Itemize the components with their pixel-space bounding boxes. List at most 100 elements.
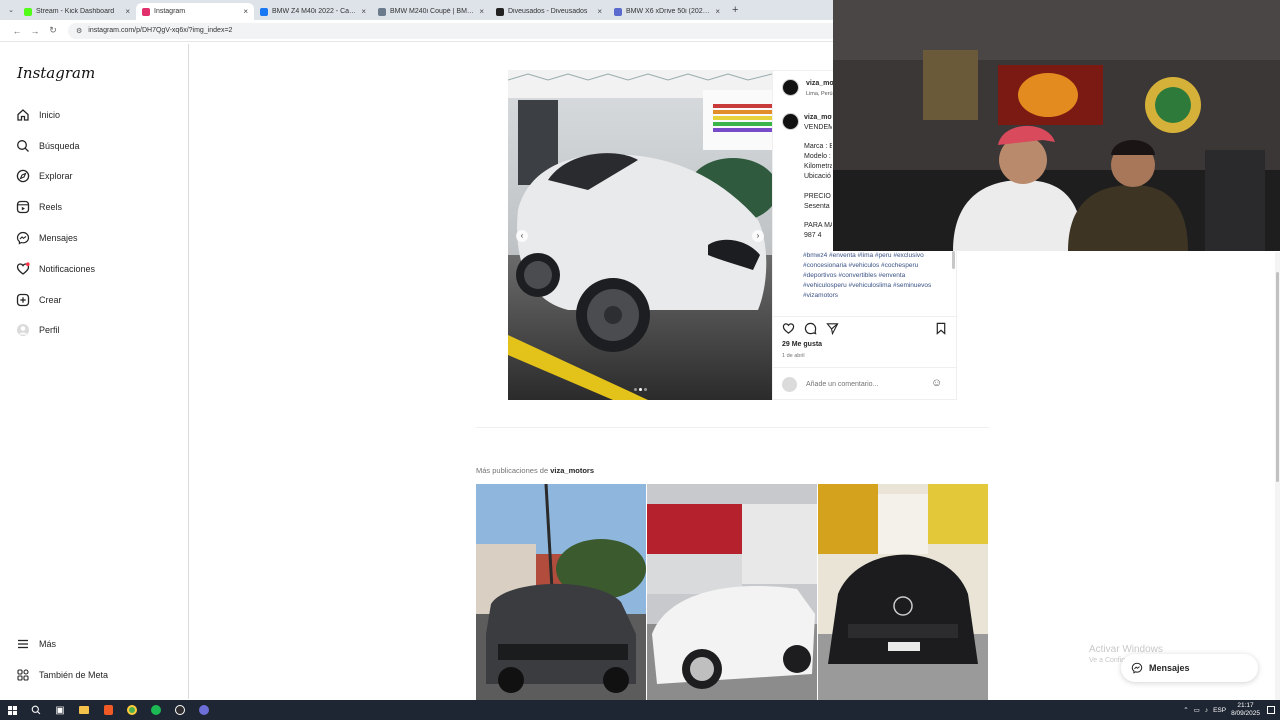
post-location[interactable]: Lima, Perú [806, 89, 834, 99]
nav-item-crear[interactable]: Crear [16, 293, 62, 307]
nav-item-mensajes[interactable]: Mensajes [16, 231, 78, 245]
url-text: instagram.com/p/DH7QgV-xq6x/?img_index=2 [88, 27, 233, 34]
more-post-thumbnail[interactable] [476, 484, 646, 700]
browser-tab[interactable]: Diveusados - Diveusados × [490, 3, 608, 20]
next-image-button[interactable]: › [752, 230, 764, 242]
tab-favicon-icon [614, 7, 622, 16]
page-scrollbar[interactable] [1275, 252, 1280, 700]
comment-button[interactable] [804, 322, 817, 340]
volume-icon[interactable]: ♪ [1205, 707, 1208, 714]
post-image[interactable]: ‹ › [508, 70, 772, 400]
url-field[interactable]: ⚙ instagram.com/p/DH7QgV-xq6x/?img_index… [68, 22, 848, 39]
caption-line: Kilometra [804, 163, 832, 170]
caption-scrollbar[interactable] [952, 251, 955, 269]
caption-line: Modelo : [804, 153, 831, 160]
browser-tab[interactable]: Stream - Kick Dashboard × [18, 3, 136, 20]
more-post-thumbnail[interactable] [818, 484, 988, 700]
search-icon[interactable] [24, 700, 48, 720]
notification-icon[interactable] [1267, 706, 1275, 714]
caption-line: Ubicació [804, 173, 831, 180]
tab-title: BMW M240i Coupé | BMW Ser... [390, 8, 475, 15]
messenger-icon [16, 231, 30, 245]
nav-item-notificaciones[interactable]: Notificaciones [16, 262, 95, 276]
browser-tab[interactable]: BMW Z4 M40i 2022 - Cars & T... × [254, 3, 372, 20]
instagram-sidebar: Instagram Inicio Búsqueda Explorar Reels… [4, 44, 189, 699]
instagram-logo[interactable]: Instagram [17, 64, 95, 82]
windows-start-icon[interactable] [0, 700, 24, 720]
caption-line: PARA MA [804, 222, 832, 229]
tab-close-icon[interactable]: × [125, 7, 130, 16]
network-icon[interactable]: ▭ [1194, 706, 1200, 714]
caption-avatar[interactable] [782, 113, 799, 130]
nav-item-label: Reels [39, 202, 63, 212]
spotify-icon[interactable] [144, 700, 168, 720]
caption-line: VENDEMOS [804, 124, 832, 131]
account-avatar[interactable] [782, 79, 799, 96]
heart-icon [782, 323, 795, 334]
save-button[interactable] [935, 322, 947, 340]
tab-close-icon[interactable]: × [479, 7, 484, 16]
tab-close-icon[interactable]: × [715, 7, 720, 16]
messages-pill[interactable]: Mensajes [1121, 654, 1258, 682]
clock[interactable]: 21:17 8/09/2025 [1231, 702, 1260, 718]
nav-item-label: Mensajes [39, 233, 78, 243]
previous-image-button[interactable]: ‹ [516, 230, 528, 242]
nav-item-label: Búsqueda [39, 141, 80, 151]
more-posts-account[interactable]: viza_motors [550, 466, 594, 475]
like-button[interactable] [782, 322, 795, 340]
tab-list-chevron-icon[interactable]: ⌄ [4, 6, 18, 14]
menu-icon [16, 637, 30, 651]
task-view-icon[interactable]: ▣ [48, 700, 72, 720]
more-posts-heading: Más publicaciones de viza_motors [476, 466, 594, 475]
tab-close-icon[interactable]: × [243, 7, 248, 16]
browser-tab[interactable]: BMW M240i Coupé | BMW Ser... × [372, 3, 490, 20]
nav-item-perfil[interactable]: Perfil [16, 323, 60, 337]
file-explorer-icon[interactable] [72, 700, 96, 720]
tab-title: Stream - Kick Dashboard [36, 8, 115, 15]
comment-icon [804, 322, 817, 335]
avatar-icon [16, 323, 30, 337]
thumbnail-photo [476, 484, 646, 700]
nav-item-inicio[interactable]: Inicio [16, 108, 60, 122]
post-hashtags[interactable]: #bmwz4 #enventa #lima #peru #exclusivo #… [803, 251, 948, 301]
brave-browser-icon[interactable] [96, 700, 120, 720]
post-account-name[interactable]: viza_motors [806, 79, 834, 89]
messenger-icon [1131, 662, 1143, 674]
chevron-up-icon[interactable]: ⌃ [1183, 706, 1188, 714]
tab-close-icon[interactable]: × [597, 7, 602, 16]
nav-item-mas[interactable]: Más [16, 637, 56, 651]
messages-pill-label: Mensajes [1149, 663, 1190, 673]
reload-icon[interactable]: ↻ [44, 25, 62, 36]
comment-input[interactable]: Añade un comentario... [806, 380, 878, 390]
caption-line: 987 4 [804, 232, 822, 239]
more-post-thumbnail[interactable] [647, 484, 817, 700]
likes-count[interactable]: 29 Me gusta [782, 340, 822, 350]
thumbnail-photo [818, 484, 988, 700]
emoji-icon[interactable]: ☺ [931, 377, 942, 389]
webcam-feed [833, 0, 1280, 251]
browser-tab[interactable]: BMW X6 xDrive 50i (2025), pre... × [608, 3, 726, 20]
caption-line: Sesenta [804, 203, 830, 210]
nav-item-busqueda[interactable]: Búsqueda [16, 139, 80, 153]
nav-item-label: Perfil [39, 325, 60, 335]
back-icon[interactable]: ← [8, 26, 26, 36]
nav-item-label: Más [39, 639, 57, 649]
webcam-overlay [833, 0, 1280, 251]
my-avatar [782, 377, 797, 392]
share-button[interactable] [826, 322, 839, 340]
nav-item-tambien-de-meta[interactable]: También de Meta [16, 668, 108, 682]
obs-icon[interactable] [168, 700, 192, 720]
discord-icon[interactable] [192, 700, 216, 720]
search-icon [16, 139, 30, 153]
nav-item-reels[interactable]: Reels [16, 200, 62, 214]
nav-item-explorar[interactable]: Explorar [16, 169, 73, 183]
new-tab-button[interactable]: + [732, 4, 738, 16]
browser-tab[interactable]: Instagram × [136, 3, 254, 20]
tab-favicon-icon [24, 7, 32, 16]
caption-account-name[interactable]: viza_motors [804, 113, 832, 123]
forward-icon[interactable]: → [26, 26, 44, 36]
language-indicator[interactable]: ESP [1213, 707, 1226, 714]
chrome-icon[interactable] [120, 700, 144, 720]
site-info-icon[interactable]: ⚙ [76, 27, 82, 35]
tab-close-icon[interactable]: × [361, 7, 366, 16]
